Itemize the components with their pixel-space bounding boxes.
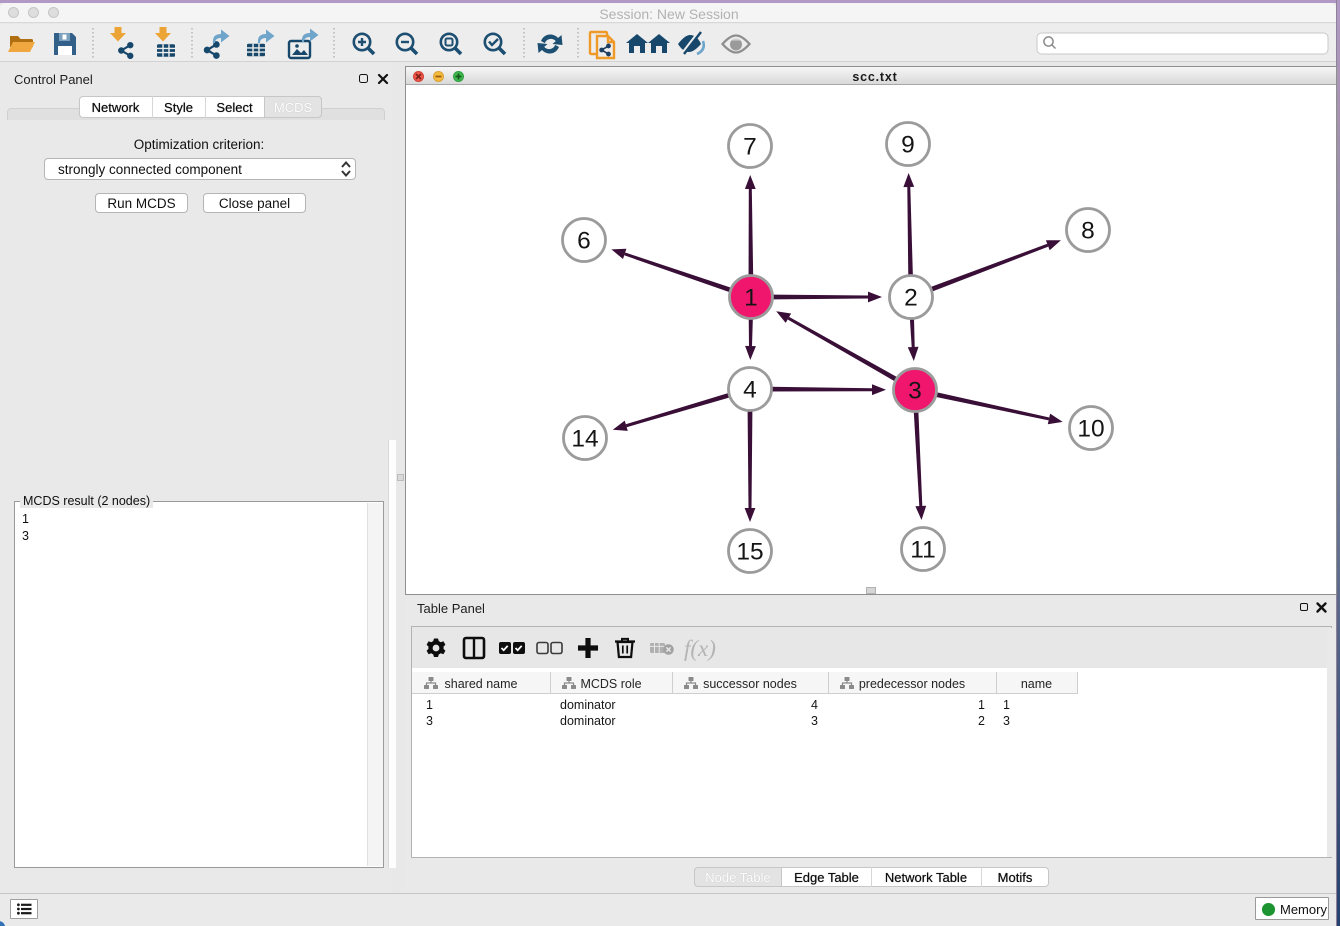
svg-text:8: 8 [1081,218,1095,245]
svg-text:15: 15 [736,539,763,566]
svg-text:4: 4 [743,377,757,404]
svg-text:7: 7 [743,134,757,161]
svg-text:f(x): f(x) [684,636,716,661]
svg-text:3: 3 [908,378,922,405]
svg-text:6: 6 [577,228,591,255]
svg-text:2: 2 [904,285,918,312]
svg-text:1: 1 [744,285,758,312]
svg-text:14: 14 [571,426,598,453]
svg-text:10: 10 [1077,416,1104,443]
svg-text:9: 9 [901,132,915,159]
svg-text:11: 11 [910,537,935,564]
